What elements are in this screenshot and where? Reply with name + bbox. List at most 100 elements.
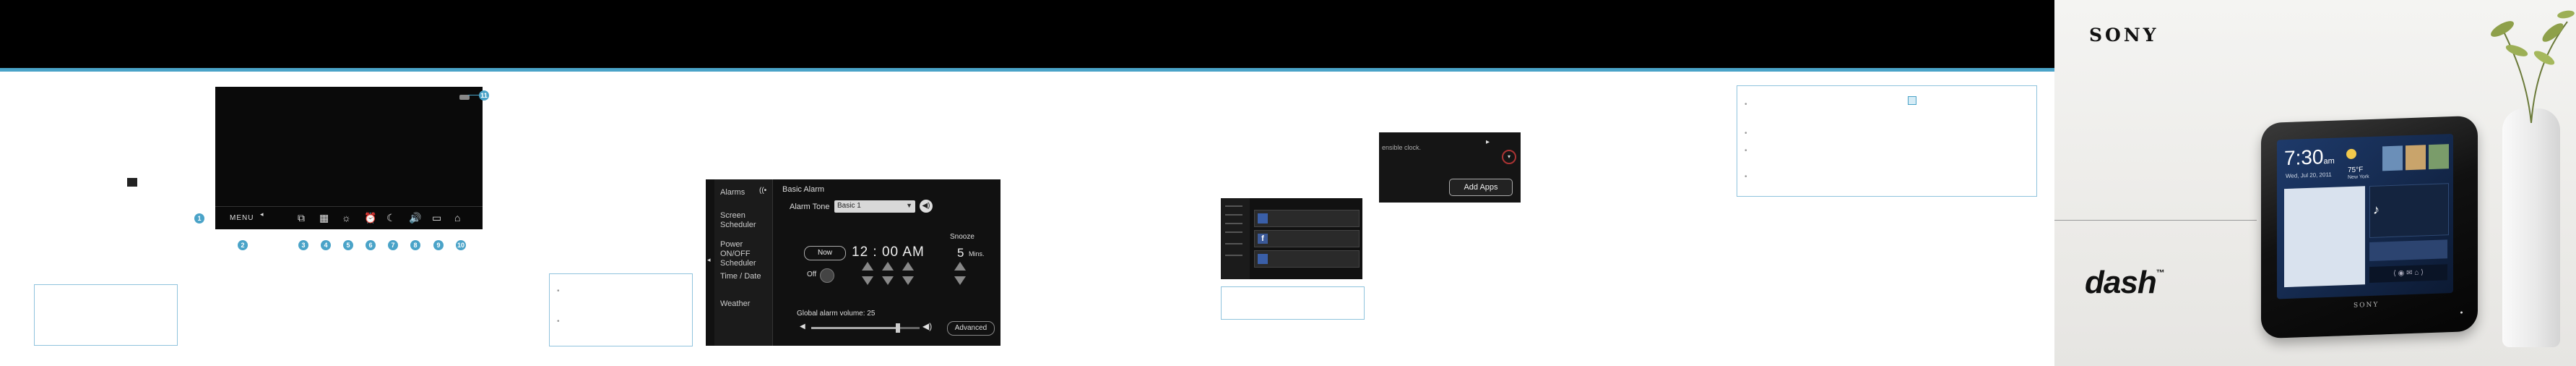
- news-feed-panel: [2284, 186, 2365, 288]
- snooze-down-arrow[interactable]: [954, 276, 966, 285]
- note-bullet: •: [1745, 101, 1747, 108]
- plant-illustration: [2491, 10, 2575, 123]
- weather-sun-icon: [2346, 148, 2356, 160]
- camera-icon[interactable]: ▭: [432, 212, 441, 224]
- sidebar-line: [1225, 223, 1242, 224]
- device-time: 7:30: [2284, 145, 2324, 170]
- volume-slider-track[interactable]: [811, 323, 920, 333]
- photo-tile: [2382, 145, 2403, 171]
- alarm-tone-value: Basic 1: [837, 202, 861, 210]
- music-panel: ♪: [2369, 183, 2449, 238]
- sidebar-item-power-scheduler[interactable]: Power ON/OFF Scheduler: [720, 240, 771, 268]
- snooze-up-arrow[interactable]: [954, 262, 966, 271]
- volume-slider-fill: [811, 327, 898, 329]
- volume-high-icon: ◀): [922, 321, 933, 331]
- sidebar-line: [1225, 231, 1242, 233]
- sidebar-item-time-date[interactable]: Time / Date: [720, 272, 761, 281]
- alarm-toggle[interactable]: [820, 268, 834, 283]
- volume-icon[interactable]: 🔊: [409, 212, 421, 224]
- sidebar-line: [1225, 214, 1242, 216]
- brightness-icon[interactable]: ☼: [342, 212, 351, 224]
- dash-device: 7:30am Wed, Jul 20, 2011 75°F New York ♪…: [2261, 115, 2478, 339]
- callout-badge: 2: [238, 240, 248, 250]
- product-cover: SONY dash™ 7:30am Wed, Jul 20, 2011 75°F…: [2054, 0, 2576, 366]
- nav-dock: ⟨ ◉ ✉ ⌂ ⟩: [2369, 264, 2447, 283]
- snooze-value: 5: [957, 246, 964, 260]
- hour-down-arrow[interactable]: [862, 276, 873, 285]
- callout-badge: 4: [321, 240, 331, 250]
- app-list-item[interactable]: [1254, 210, 1360, 227]
- photo-tile: [2429, 144, 2449, 170]
- power-led-icon: [2460, 311, 2463, 314]
- snooze-icon[interactable]: ☾: [386, 212, 396, 224]
- clock-description: ensible clock.: [1382, 144, 1422, 151]
- advanced-button[interactable]: Advanced: [947, 321, 995, 336]
- minute-tens-down-arrow[interactable]: [882, 276, 894, 285]
- apps-small-icon: [127, 178, 137, 187]
- minute-ones-up-arrow[interactable]: [902, 262, 914, 271]
- vase: [2502, 108, 2560, 347]
- note-box: • •: [549, 273, 693, 346]
- hour-up-arrow[interactable]: [862, 262, 873, 271]
- sidebar-item-screen-scheduler[interactable]: Screen Scheduler: [720, 211, 764, 230]
- app-icon: [1258, 213, 1268, 224]
- photo-tile: [2406, 145, 2426, 171]
- alarm-off-label: Off: [807, 271, 817, 278]
- alarm-time: 12 : 00 AM: [852, 244, 925, 260]
- photo-strip: [2369, 239, 2447, 261]
- settings-sidebar: Alarms ((• Screen Scheduler Power ON/OFF…: [714, 179, 773, 346]
- app-icon: [1258, 254, 1268, 264]
- note-bullet: •: [557, 287, 560, 295]
- app-list-item[interactable]: f: [1254, 230, 1360, 247]
- callout-badge: 6: [366, 240, 376, 250]
- cover-divider: [2054, 220, 2257, 221]
- app-list-item[interactable]: [1254, 250, 1360, 268]
- note-bullet: •: [1745, 173, 1747, 181]
- device-city: New York: [2348, 174, 2369, 181]
- sidebar-arrow-icon: ◂: [707, 256, 711, 263]
- alarm-settings-screen: Alarms ((• Screen Scheduler Power ON/OFF…: [706, 179, 1000, 346]
- note-box: [1221, 286, 1365, 320]
- snooze-unit: Mins.: [969, 250, 985, 258]
- volume-slider-handle[interactable]: [896, 323, 900, 333]
- add-apps-button[interactable]: Add Apps: [1449, 179, 1513, 196]
- minute-ones-down-arrow[interactable]: [902, 276, 914, 285]
- sidebar-item-alarms[interactable]: Alarms: [720, 188, 745, 197]
- minute-tens-up-arrow[interactable]: [882, 262, 894, 271]
- add-apps-label: Add Apps: [1464, 183, 1498, 192]
- menu-button[interactable]: MENU: [230, 214, 254, 222]
- device-ampm: am: [2323, 156, 2335, 166]
- add-apps-screen: ensible clock. ▸ ▾ Add Apps: [1379, 132, 1521, 203]
- callout-badge: 11: [479, 90, 489, 101]
- dropdown-circle-button[interactable]: ▾: [1502, 150, 1516, 164]
- alarm-tone-label: Alarm Tone: [790, 203, 830, 211]
- status-indicator-icon: [459, 95, 470, 100]
- alarm-signal-icon: ((•: [759, 187, 767, 195]
- snooze-label: Snooze: [950, 233, 974, 241]
- home-icon[interactable]: ⌂: [454, 212, 460, 224]
- sidebar-line: [1225, 243, 1242, 244]
- alarm-icon[interactable]: ⏰: [364, 212, 376, 224]
- callout-badge: 3: [298, 240, 308, 250]
- callout-badge: 7: [388, 240, 398, 250]
- note-box: • • • •: [1737, 85, 2037, 197]
- app-list-screen: f: [1221, 198, 1362, 279]
- note-bullet: •: [1745, 129, 1747, 137]
- product-name-text: dash: [2085, 265, 2157, 300]
- apps-icon[interactable]: ⧉: [298, 212, 305, 224]
- sidebar-item-weather[interactable]: Weather: [720, 299, 750, 309]
- device-temp: 75°F: [2348, 166, 2364, 175]
- screen-icon[interactable]: ▦: [319, 212, 329, 224]
- volume-low-icon: ◀: [800, 323, 805, 331]
- sidebar-line: [1225, 205, 1242, 207]
- now-button[interactable]: Now: [804, 246, 846, 260]
- trademark-symbol: ™: [2156, 268, 2165, 278]
- callout-badge: 1: [194, 213, 204, 224]
- music-note-icon: ♪: [2373, 202, 2380, 217]
- chevron-down-icon: ▼: [906, 202, 912, 209]
- menu-separator: [215, 206, 483, 207]
- note-box: [34, 284, 178, 346]
- alarm-tone-select[interactable]: Basic 1 ▼: [834, 200, 915, 213]
- play-tone-icon[interactable]: ◀): [920, 200, 933, 213]
- note-bullet: •: [557, 318, 560, 325]
